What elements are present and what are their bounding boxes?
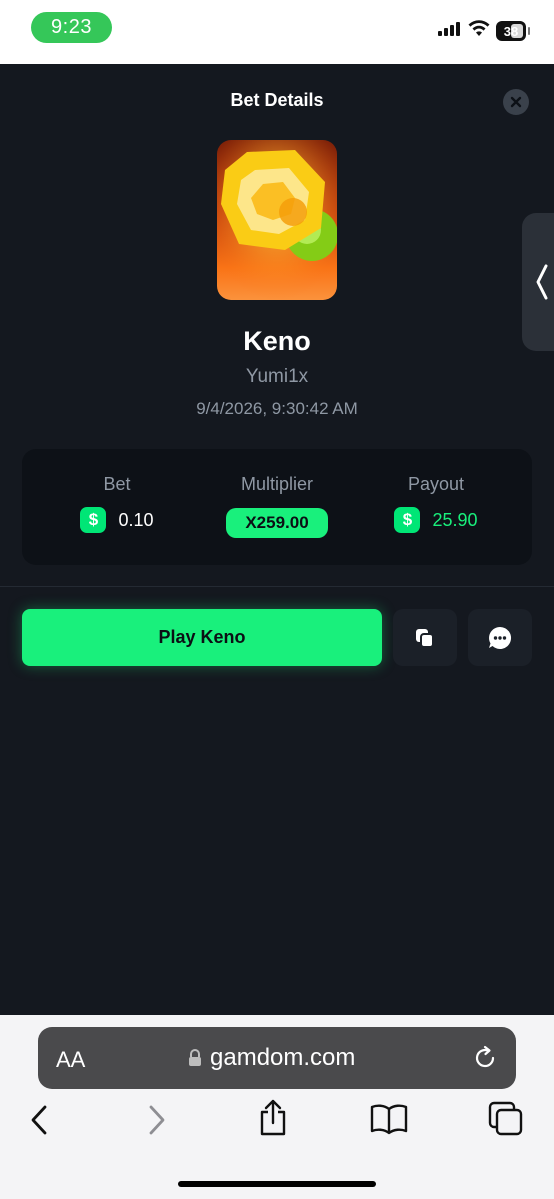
copy-icon	[416, 628, 434, 648]
chevron-left-icon	[536, 264, 548, 300]
game-thumbnail	[217, 140, 337, 300]
play-game-button[interactable]: Play Keno	[22, 609, 382, 666]
url-display[interactable]: gamdom.com	[188, 1044, 355, 1072]
side-drawer-tab[interactable]	[522, 213, 554, 351]
address-bar[interactable]: AA gamdom.com	[38, 1027, 516, 1089]
url-text: gamdom.com	[210, 1044, 356, 1071]
forward-icon[interactable]	[146, 1103, 168, 1137]
multiplier-badge: X259.00	[226, 508, 328, 538]
reader-settings-button[interactable]: AA	[56, 1047, 85, 1073]
bet-datetime: 9/4/2026, 9:30:42 AM	[196, 399, 358, 418]
bet-details-modal: Bet Details Keno Yumi1x 9/4/2026, 9:30:4…	[0, 64, 554, 1015]
reload-icon[interactable]	[472, 1045, 498, 1071]
divider	[0, 586, 554, 587]
bookmarks-icon[interactable]	[370, 1103, 408, 1135]
status-time: 9:23	[31, 12, 112, 43]
status-bar: 9:23 38	[0, 0, 554, 64]
modal-title: Bet Details	[230, 90, 324, 110]
browser-nav-row	[0, 1099, 554, 1153]
battery-level: 38	[503, 23, 519, 39]
username[interactable]: Yumi1x	[0, 366, 554, 388]
home-indicator	[178, 1181, 376, 1187]
bet-value: 0.10	[118, 509, 154, 530]
back-icon[interactable]	[28, 1103, 50, 1137]
bet-label: Bet	[103, 474, 131, 494]
browser-toolbar: AA gamdom.com	[0, 1015, 554, 1199]
payout-value: 25.90	[432, 509, 478, 530]
game-name: Keno	[243, 326, 311, 356]
gem-icon	[217, 140, 337, 300]
close-button[interactable]	[503, 89, 529, 115]
payout-label: Payout	[407, 474, 465, 494]
battery-icon: 38	[496, 21, 526, 41]
share-icon[interactable]	[257, 1099, 289, 1137]
lock-icon	[189, 1049, 201, 1066]
copy-button[interactable]	[393, 609, 457, 666]
cellular-signal-icon	[438, 22, 460, 36]
dollar-icon: $	[394, 507, 421, 533]
chat-button[interactable]	[468, 609, 532, 666]
wifi-icon	[468, 20, 490, 36]
dollar-icon: $	[80, 507, 107, 533]
bet-stats-card: Bet $ 0.10 Multiplier X259.00 Payout $ 2…	[22, 449, 532, 565]
close-icon	[510, 96, 522, 108]
tabs-icon[interactable]	[488, 1101, 524, 1137]
chat-bubble-icon	[489, 626, 512, 649]
multiplier-label: Multiplier	[240, 474, 314, 494]
